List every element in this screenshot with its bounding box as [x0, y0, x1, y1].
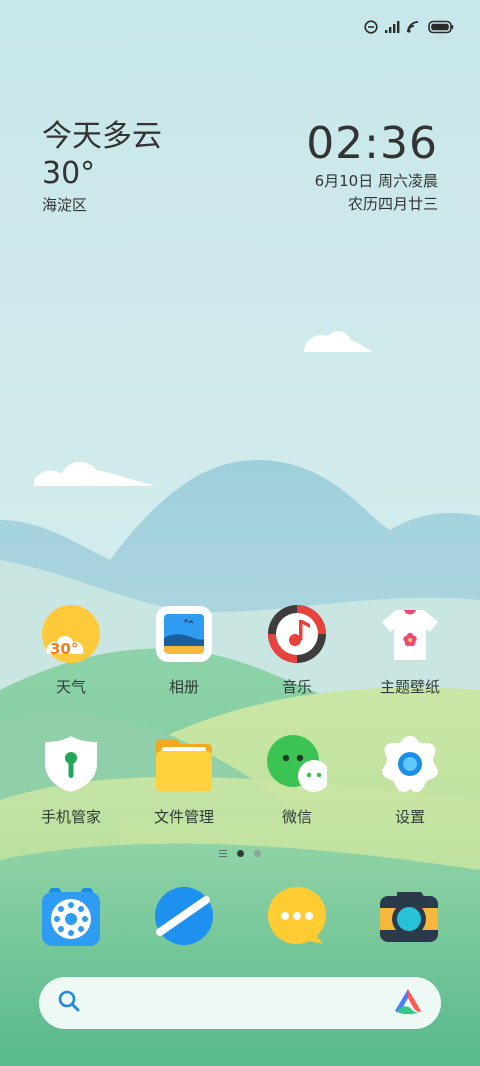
app-label: 手机管家: [40, 808, 101, 826]
weather-widget[interactable]: 今天多云 30° 海淀区: [42, 118, 162, 216]
weather-icon: 30°: [41, 604, 101, 664]
search-bar[interactable]: [39, 977, 441, 1029]
app-drawer-indicator-icon[interactable]: [219, 850, 227, 857]
app-weather[interactable]: 30° 天气: [21, 604, 121, 697]
music-icon: [267, 604, 327, 664]
app-label: 设置: [394, 808, 425, 826]
dnd-icon: [364, 20, 378, 34]
assistant-icon[interactable]: [393, 987, 423, 1019]
dock-camera[interactable]: [379, 886, 439, 946]
phone-icon: [41, 888, 101, 950]
clock-date: 6月10日 周六凌晨: [314, 172, 438, 190]
app-label: 微信: [281, 808, 312, 826]
file-manager-icon: [154, 734, 214, 794]
gallery-icon: [154, 604, 214, 664]
wifi-icon: [406, 20, 422, 34]
battery-icon: [428, 20, 454, 34]
app-label: 天气: [55, 678, 86, 696]
clock-widget[interactable]: 02:36 6月10日 周六凌晨 农历四月廿三: [306, 118, 438, 216]
messages-icon: [267, 887, 327, 950]
browser-icon: [154, 887, 214, 950]
wechat-icon: [267, 734, 330, 794]
weather-condition: 今天多云: [42, 119, 162, 154]
dock-browser[interactable]: [154, 886, 214, 946]
page-dot-2[interactable]: [254, 850, 261, 857]
app-security[interactable]: 手机管家: [21, 734, 121, 827]
app-gallery[interactable]: 相册: [134, 604, 234, 697]
app-wechat[interactable]: 微信: [247, 734, 347, 827]
app-settings[interactable]: 设置: [360, 734, 460, 827]
page-indicator[interactable]: [0, 850, 480, 857]
dock-messages[interactable]: [267, 886, 327, 946]
page-dot-1[interactable]: [237, 850, 244, 857]
weather-icon-temp: 30°: [50, 640, 79, 658]
weather-location: 海淀区: [42, 196, 88, 214]
app-file-manager[interactable]: 文件管理: [134, 734, 234, 827]
settings-icon: [380, 734, 440, 794]
clock-time: 02:36: [306, 118, 438, 169]
app-music[interactable]: 音乐: [247, 604, 347, 697]
signal-icon: [384, 20, 400, 34]
weather-temperature: 30°: [42, 156, 96, 191]
security-icon: [41, 734, 101, 794]
search-icon: [57, 989, 81, 1017]
status-bar: [364, 20, 454, 34]
clock-lunar-date: 农历四月廿三: [347, 195, 438, 213]
camera-icon: [379, 892, 439, 950]
app-label: 主题壁纸: [379, 678, 440, 696]
app-label: 音乐: [281, 678, 312, 696]
app-label: 文件管理: [153, 808, 214, 826]
themes-icon: [380, 604, 440, 664]
dock-phone[interactable]: [41, 886, 101, 946]
app-themes[interactable]: 主题壁纸: [360, 604, 460, 697]
app-label: 相册: [168, 678, 199, 696]
